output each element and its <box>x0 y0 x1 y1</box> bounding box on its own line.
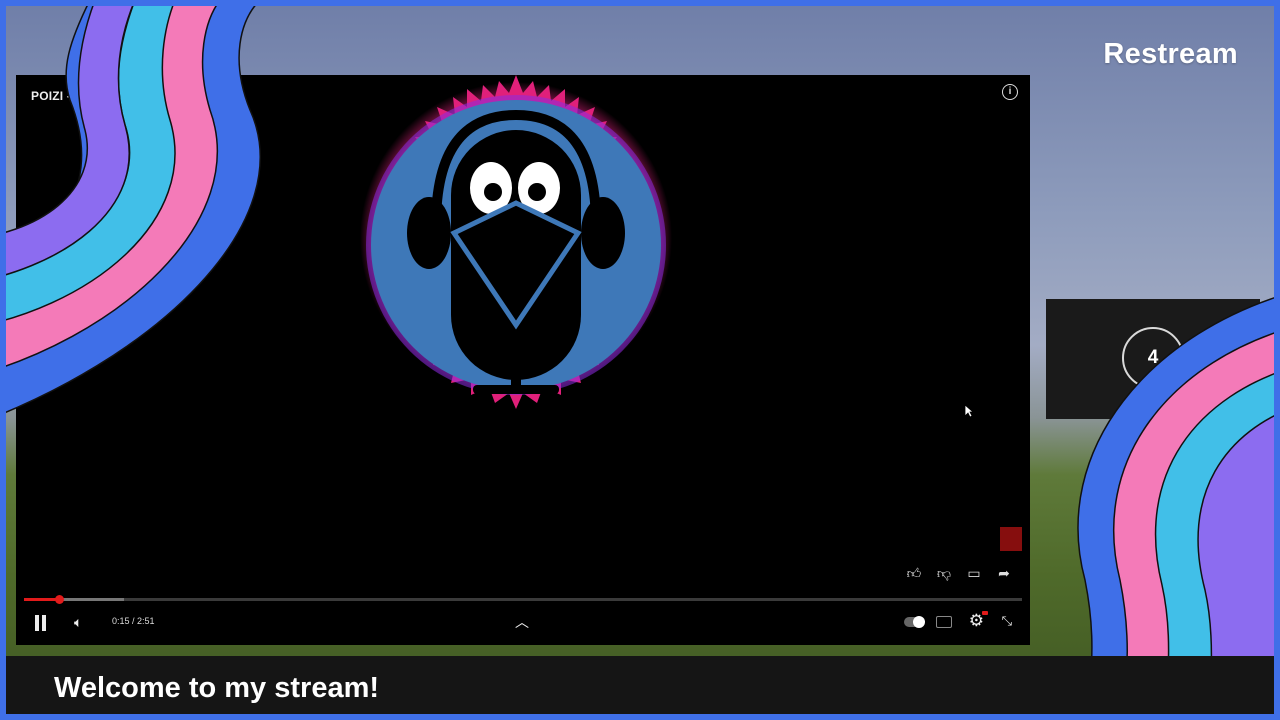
ticker-bar: Welcome to my stream! <box>0 656 1280 720</box>
mouse-cursor-icon <box>964 404 974 418</box>
volume-icon[interactable]: 🔈︎ <box>74 614 82 631</box>
video-title[interactable]: POIZI - K ) / COVER <box>31 89 145 103</box>
scrubber-knob[interactable] <box>54 595 64 604</box>
captions-icon[interactable] <box>936 616 952 628</box>
played-bar <box>24 598 59 601</box>
count-badge: 4 <box>1122 327 1184 389</box>
action-row: 👍︎ 👎︎ ▭ ➦ <box>904 563 1014 583</box>
restream-logo: Restream <box>1103 38 1238 70</box>
thumbs-down-icon[interactable]: 👎︎ <box>934 563 954 583</box>
control-bar: 🔈︎ 0:15 / 2:51 ︿ ⚙ ⤡ <box>16 611 1030 635</box>
pause-icon[interactable] <box>34 615 48 631</box>
autoplay-toggle[interactable] <box>904 616 925 628</box>
time-display: 0:15 / 2:51 <box>112 616 155 626</box>
exit-fullscreen-icon[interactable]: ⤡ <box>1002 613 1012 629</box>
chevron-up-icon[interactable]: ︿ <box>515 612 529 632</box>
channel-watermark <box>1000 527 1022 551</box>
stream-canvas: Restream 4 POIZI - K ) / COVER i 👍︎ 👎︎ ▭… <box>0 0 1280 720</box>
thumbs-up-icon[interactable]: 👍︎ <box>904 563 924 583</box>
gear-icon[interactable]: ⚙ <box>969 611 988 631</box>
podcast-logo-art <box>360 75 672 409</box>
share-icon[interactable]: ➦ <box>994 563 1014 583</box>
welcome-message: Welcome to my stream! <box>54 672 380 704</box>
progress-bar[interactable] <box>24 595 1022 604</box>
video-player[interactable]: POIZI - K ) / COVER i 👍︎ 👎︎ ▭ ➦ 🔈︎ 0:15 … <box>16 75 1030 645</box>
info-icon[interactable]: i <box>1002 84 1018 100</box>
comment-icon[interactable]: ▭ <box>964 563 984 583</box>
hd-badge <box>982 611 988 615</box>
